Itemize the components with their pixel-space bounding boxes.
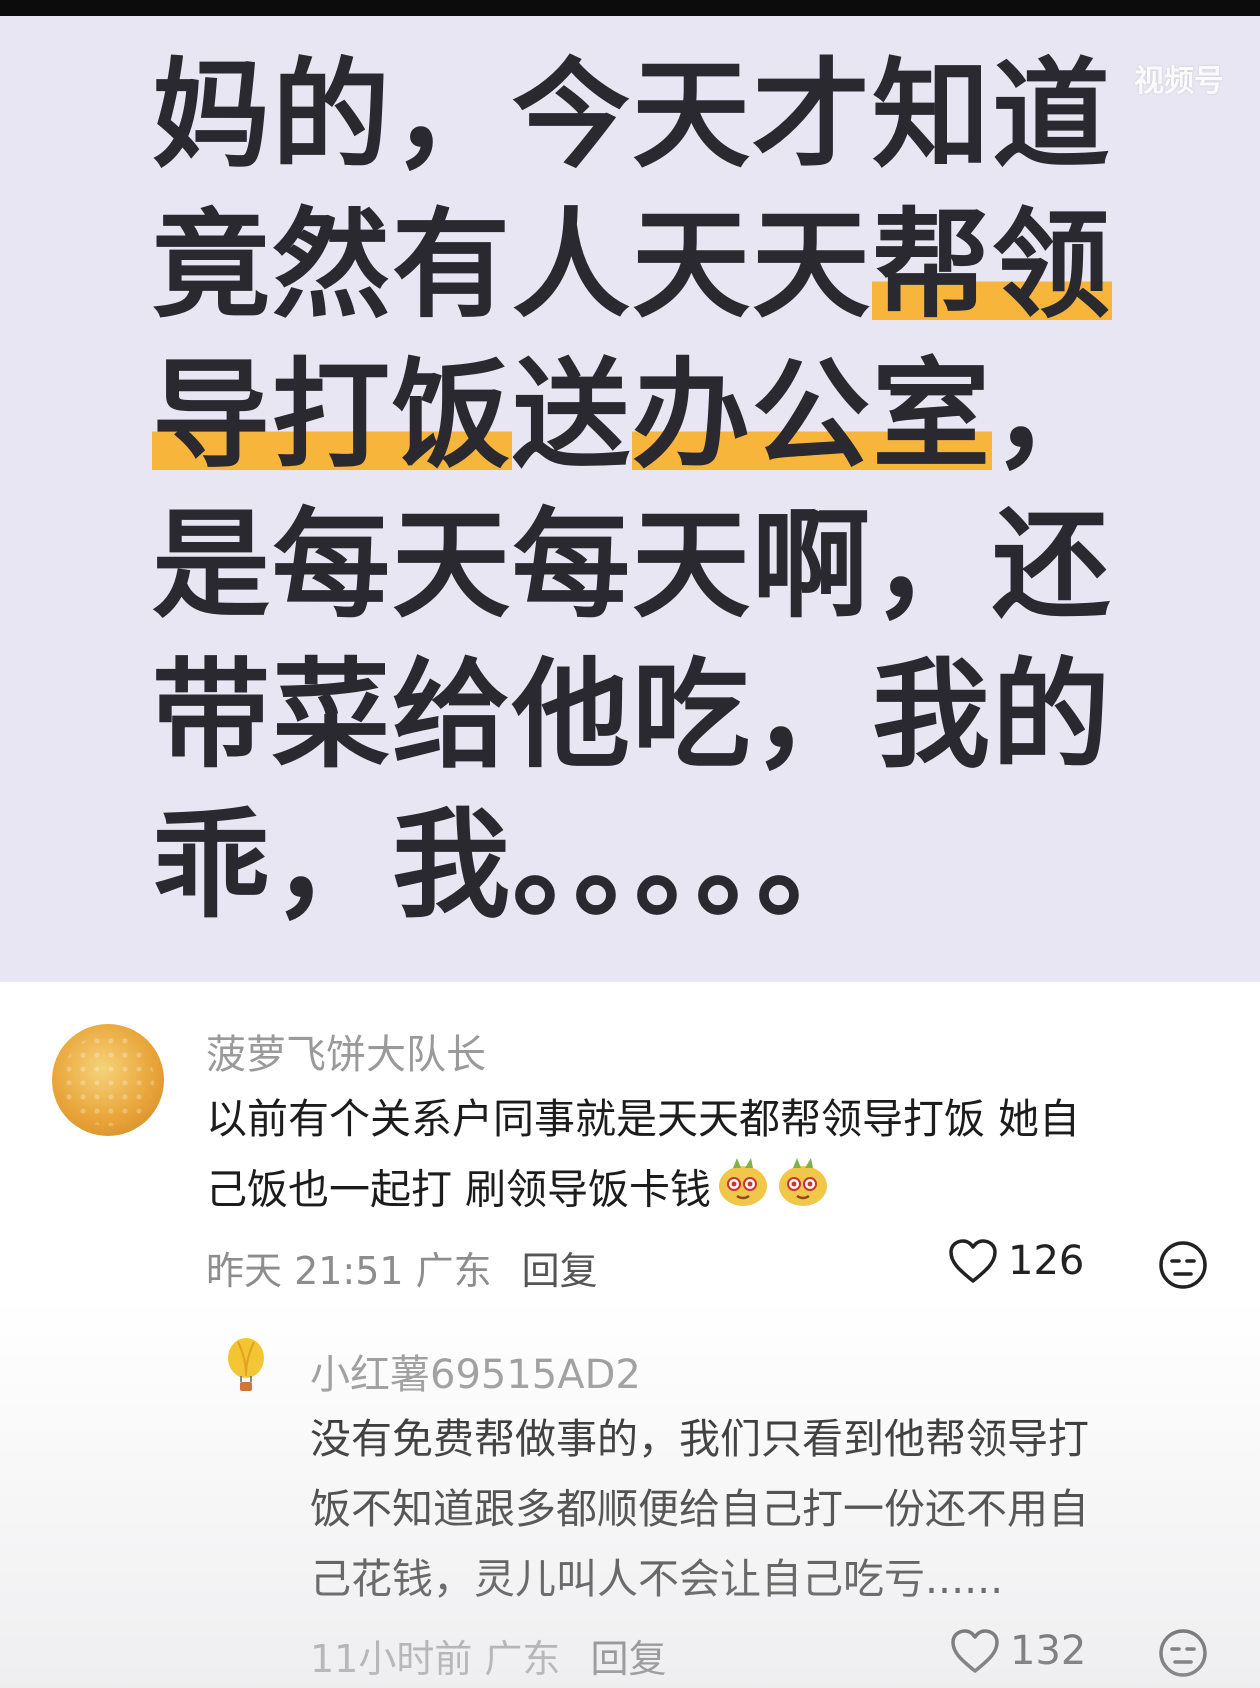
like-count: 132 — [1010, 1628, 1087, 1674]
poster-line-1: 妈的，今天才知道 — [152, 46, 1113, 184]
highlight-text: 帮领 — [872, 196, 1113, 334]
poster-line-6: 乖，我。。。。。 — [152, 796, 877, 934]
comment-time-location: 昨天 21:51 广东 — [206, 1249, 492, 1293]
poster-line-5: 带菜给他吃，我的 — [152, 646, 1113, 784]
highlight-text: 导打饭 — [152, 346, 513, 484]
avatar[interactable] — [52, 1024, 164, 1136]
dislike-face-icon[interactable] — [1158, 1240, 1208, 1294]
reply-button[interactable]: 回复 — [522, 1249, 598, 1293]
like-button[interactable]: 126 — [948, 1238, 1084, 1284]
comment-meta: 11小时前 广东 回复 — [310, 1628, 666, 1683]
sly-face-emoji — [775, 1154, 831, 1231]
comment-username[interactable]: 小红薯69515AD2 — [310, 1342, 641, 1400]
poster-line-2: 竟然有人天天帮领 — [152, 196, 1113, 334]
comment-meta: 昨天 21:51 广东 回复 — [206, 1240, 598, 1295]
highlight-text: 办公室 — [632, 346, 993, 484]
like-button[interactable]: 132 — [950, 1628, 1086, 1674]
comment-text-line: 以前有个关系户同事就是天天都帮领导打饭 她自 — [206, 1095, 1081, 1143]
poster-line-4: 是每天每天啊，还 — [152, 496, 1113, 634]
comment-text-line: 己饭也一起打 刷领导饭卡钱 — [206, 1154, 831, 1231]
comment-text-line: 没有免费帮做事的，我们只看到他帮领导打 — [310, 1415, 1089, 1463]
status-bar — [0, 0, 1260, 16]
avatar[interactable] — [210, 1330, 282, 1402]
sly-face-emoji — [715, 1154, 771, 1231]
heart-icon — [951, 1629, 999, 1673]
like-count: 126 — [1008, 1238, 1085, 1284]
heart-icon — [949, 1239, 997, 1283]
comment-text-line: 饭不知道跟多都顺便给自己打一份还不用自 — [310, 1485, 1089, 1533]
reply-button[interactable]: 回复 — [590, 1637, 666, 1681]
poster-line-3: 导打饭送办公室， — [152, 346, 1113, 484]
dislike-face-icon[interactable] — [1158, 1628, 1208, 1682]
comment-username[interactable]: 菠萝飞饼大队长 — [206, 1022, 486, 1080]
comment-time-location: 11小时前 广东 — [310, 1637, 561, 1681]
comment-text-line: 己花钱，灵儿叫人不会让自己吃亏...... — [310, 1555, 1004, 1603]
